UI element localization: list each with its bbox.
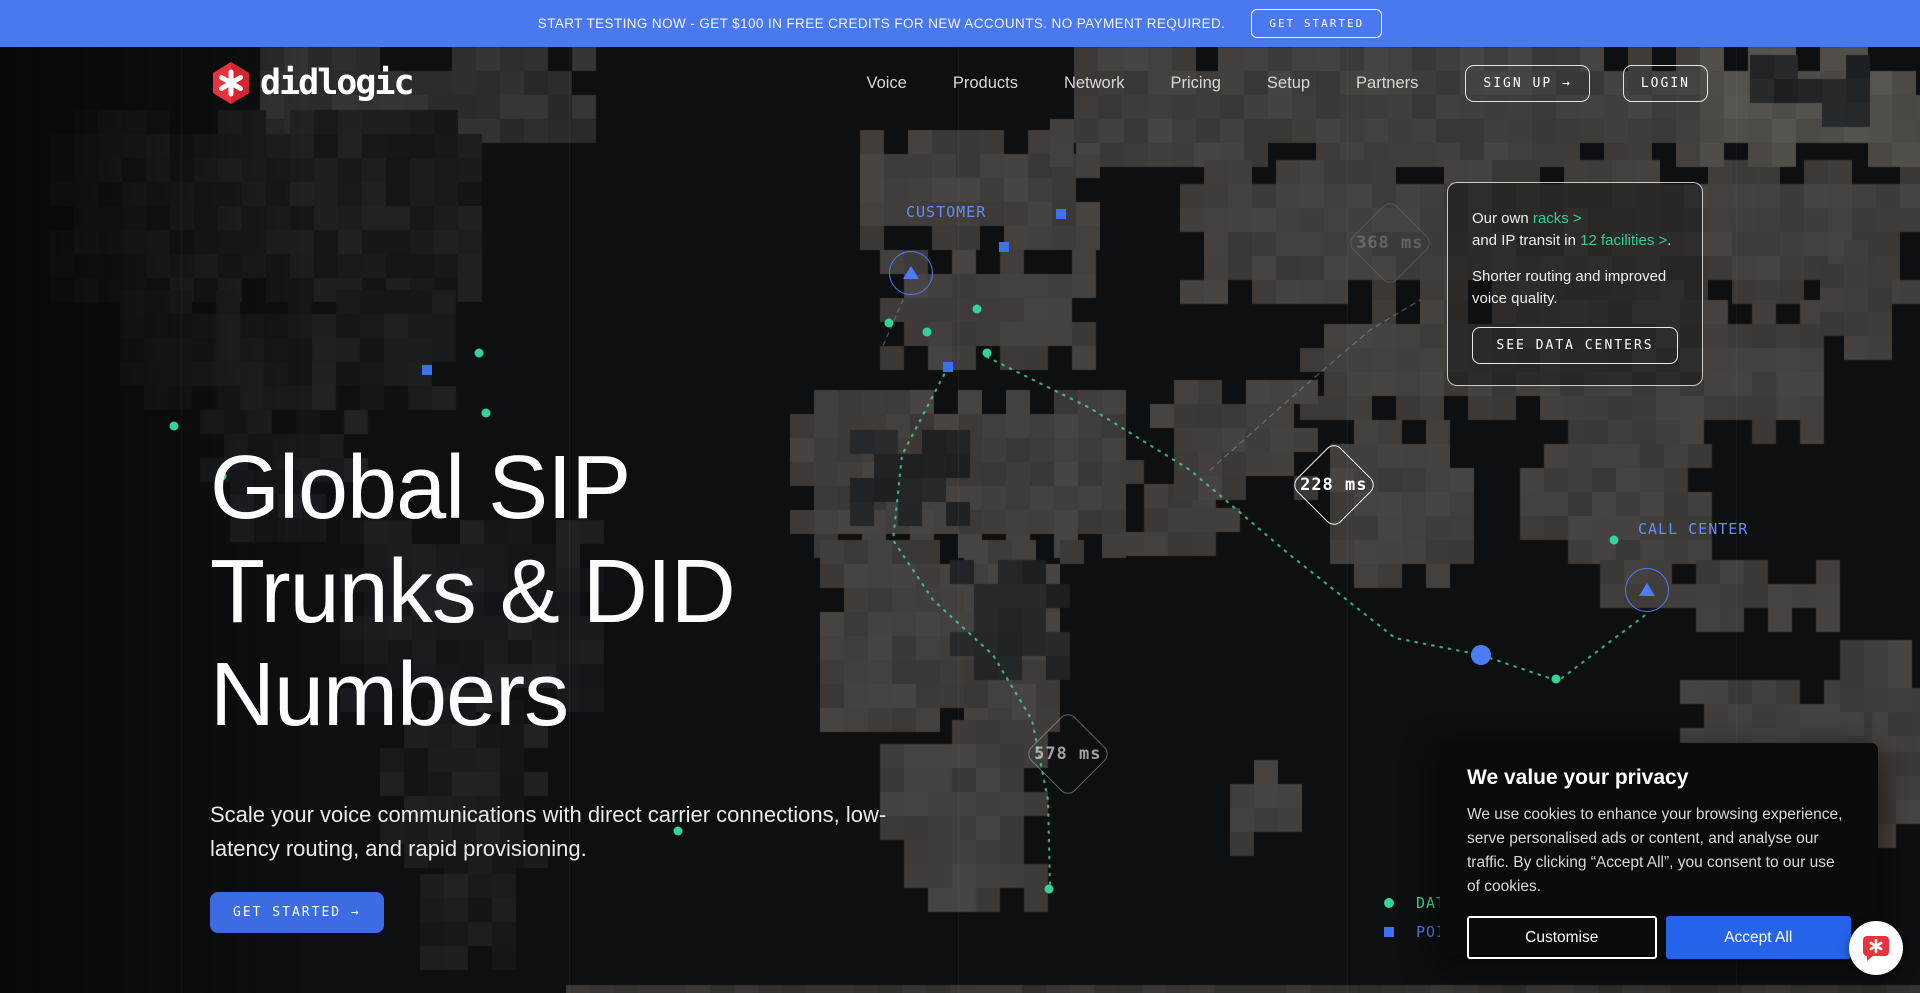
cookie-buttons: Customise Accept All xyxy=(1467,916,1851,959)
data-center-dot xyxy=(475,349,484,358)
triangle-up-icon xyxy=(1639,583,1655,596)
nav-item-voice[interactable]: Voice xyxy=(866,74,906,93)
site-header: didlogic Voice Products Network Pricing … xyxy=(0,47,1920,119)
data-center-dot xyxy=(1045,885,1054,894)
data-center-dot xyxy=(923,328,932,337)
info-card-text: and IP transit in xyxy=(1472,232,1580,249)
cookie-title: We value your privacy xyxy=(1467,766,1851,790)
accept-all-button[interactable]: Accept All xyxy=(1666,916,1852,959)
map-legend: DAT POI xyxy=(1384,894,1446,941)
poi-square-marker xyxy=(943,362,953,372)
brand-name: didlogic xyxy=(260,63,413,103)
racks-link[interactable]: racks > xyxy=(1533,210,1582,227)
cookie-body: We use cookies to enhance your browsing … xyxy=(1467,803,1851,899)
customise-button[interactable]: Customise xyxy=(1467,916,1657,959)
green-dot-icon xyxy=(1384,898,1394,908)
chat-bubble-asterisk-icon xyxy=(1861,934,1891,962)
promo-message: START TESTING NOW - GET $100 IN FREE CRE… xyxy=(538,16,1226,31)
call-center-node-circle xyxy=(1625,568,1669,612)
customer-label: CUSTOMER xyxy=(906,203,986,221)
customer-node-circle xyxy=(889,251,933,295)
nav-item-setup[interactable]: Setup xyxy=(1267,74,1310,93)
hero-title-line2: Trunks & DID xyxy=(210,542,735,642)
nav-item-pricing[interactable]: Pricing xyxy=(1170,74,1220,93)
info-card-line1: Our own racks > xyxy=(1472,208,1678,230)
info-card-text: Our own xyxy=(1472,210,1533,227)
poi-square-marker xyxy=(422,365,432,375)
data-center-dot xyxy=(1552,675,1561,684)
route-line xyxy=(987,357,1648,681)
signup-button[interactable]: SIGN UP → xyxy=(1465,65,1589,102)
triangle-up-icon xyxy=(903,266,919,279)
info-card-text: . xyxy=(1667,232,1671,249)
poi-square-marker xyxy=(1056,209,1066,219)
data-center-dot xyxy=(170,422,179,431)
blue-square-icon xyxy=(1384,927,1394,937)
data-center-dot xyxy=(885,319,894,328)
data-center-dot xyxy=(482,409,491,418)
logo-hexagon-asterisk-icon xyxy=(211,61,251,105)
promo-banner: START TESTING NOW - GET $100 IN FREE CRE… xyxy=(0,0,1920,47)
nav-item-products[interactable]: Products xyxy=(953,74,1018,93)
hero-subtitle: Scale your voice communications with dir… xyxy=(210,798,950,866)
latency-value: 228 ms xyxy=(1300,475,1367,495)
legend-item-poi: POI xyxy=(1384,923,1446,941)
route-node-blue-circle xyxy=(1471,645,1491,665)
data-center-dot xyxy=(983,349,992,358)
cookie-consent-dialog: We value your privacy We use cookies to … xyxy=(1440,743,1878,955)
main-nav: Voice Products Network Pricing Setup Par… xyxy=(866,74,1418,93)
data-center-dot xyxy=(1610,536,1619,545)
latency-value: 578 ms xyxy=(1034,744,1101,764)
facilities-link[interactable]: 12 facilities > xyxy=(1580,232,1667,249)
promo-get-started-button[interactable]: GET STARTED xyxy=(1251,9,1382,38)
info-card-line2: and IP transit in 12 facilities >. xyxy=(1472,230,1678,252)
call-center-label: CALL CENTER xyxy=(1638,520,1748,538)
didlogic-landing-page: START TESTING NOW - GET $100 IN FREE CRE… xyxy=(0,0,1920,993)
data-center-dot xyxy=(973,305,982,314)
nav-item-network[interactable]: Network xyxy=(1064,74,1125,93)
header-buttons: SIGN UP → LOGIN xyxy=(1465,65,1708,102)
hero-title-line1: Global SIP xyxy=(210,438,630,538)
route-line xyxy=(1210,300,1420,470)
hero-title-line3: Numbers xyxy=(210,645,568,745)
network-info-card: Our own racks > and IP transit in 12 fac… xyxy=(1447,182,1703,386)
info-card-body: Shorter routing and improved voice quali… xyxy=(1472,266,1678,310)
latency-value: 368 ms xyxy=(1356,233,1423,253)
chat-widget-button[interactable] xyxy=(1849,921,1903,975)
hero-title: Global SIP Trunks & DID Numbers xyxy=(210,437,970,748)
poi-square-marker xyxy=(999,242,1009,252)
hero-section: Global SIP Trunks & DID Numbers Scale yo… xyxy=(210,437,970,933)
legend-item-data-centers: DAT xyxy=(1384,894,1446,912)
login-button[interactable]: LOGIN xyxy=(1623,65,1708,102)
brand-logo[interactable]: didlogic xyxy=(211,61,413,105)
nav-item-partners[interactable]: Partners xyxy=(1356,74,1418,93)
see-data-centers-button[interactable]: SEE DATA CENTERS xyxy=(1472,327,1678,364)
hero-get-started-button[interactable]: GET STARTED → xyxy=(210,892,384,933)
